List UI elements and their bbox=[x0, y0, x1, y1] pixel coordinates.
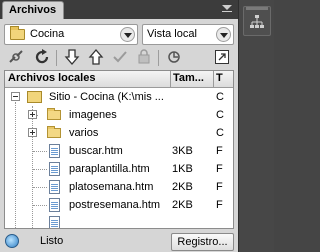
expand-folder-icon[interactable] bbox=[28, 128, 37, 137]
column-divider[interactable] bbox=[213, 71, 214, 87]
chevron-down-icon[interactable] bbox=[120, 27, 135, 42]
globe-icon bbox=[5, 234, 19, 248]
tree-connector bbox=[33, 169, 47, 170]
tree-row-label: varios bbox=[69, 127, 99, 139]
strip-grip bbox=[246, 7, 268, 10]
folder-icon bbox=[47, 108, 61, 120]
html-file-icon bbox=[49, 216, 60, 228]
expand-icon[interactable] bbox=[212, 48, 232, 68]
site-select[interactable]: Cocina bbox=[4, 24, 138, 45]
tree-row[interactable]: paraplantilla.htm 1KB F bbox=[5, 160, 233, 178]
tree-row[interactable]: postresemana.htm 2KB F bbox=[5, 196, 233, 214]
files-panel-toggle-button[interactable] bbox=[243, 6, 271, 36]
tree-row-size: 2KB bbox=[172, 181, 193, 193]
html-file-icon bbox=[49, 198, 60, 212]
toolbar-divider bbox=[56, 50, 57, 66]
tree-row-type: F bbox=[216, 181, 223, 193]
tree-row-type: F bbox=[216, 199, 223, 211]
panel-tab-bar: Archivos bbox=[0, 0, 238, 19]
tree-row-size: 1KB bbox=[172, 163, 193, 175]
html-file-icon bbox=[49, 144, 60, 158]
html-file-icon bbox=[49, 162, 60, 176]
status-text: Listo bbox=[40, 235, 64, 247]
root-type: C bbox=[216, 91, 224, 103]
file-tree[interactable]: Archivos locales Tam... T Sitio - Cocina… bbox=[4, 70, 234, 229]
html-file-icon bbox=[49, 180, 60, 194]
tree-row[interactable]: platosemana.htm 2KB F bbox=[5, 178, 233, 196]
column-header-name[interactable]: Archivos locales bbox=[8, 72, 95, 84]
tree-row-label: buscar.htm bbox=[69, 145, 123, 157]
toolbar-divider bbox=[158, 50, 159, 66]
column-header-size[interactable]: Tam... bbox=[173, 72, 211, 84]
site-select-value: Cocina bbox=[30, 28, 65, 40]
view-select[interactable]: Vista local bbox=[142, 24, 234, 45]
refresh-icon[interactable] bbox=[32, 48, 52, 68]
folder-icon bbox=[47, 126, 61, 138]
site-row: Cocina Vista local bbox=[4, 24, 234, 46]
connect-icon[interactable] bbox=[6, 48, 26, 68]
tree-row[interactable]: imagenes C bbox=[5, 106, 233, 124]
tab-archivos[interactable]: Archivos bbox=[2, 1, 64, 19]
check-out-icon[interactable] bbox=[110, 48, 130, 68]
tree-row-type: C bbox=[216, 109, 224, 121]
site-folder-icon bbox=[27, 91, 42, 103]
check-in-icon[interactable] bbox=[134, 48, 154, 68]
status-bar: Listo Registro... bbox=[0, 232, 238, 252]
collapsed-panel-strip bbox=[238, 0, 274, 252]
tree-row[interactable]: varios C bbox=[5, 124, 233, 142]
files-panel: Archivos Cocina Vista local Archivos loc… bbox=[0, 0, 238, 252]
tree-row-label: platosemana.htm bbox=[69, 181, 154, 193]
tree-connector bbox=[33, 205, 47, 206]
chevron-down-icon[interactable] bbox=[216, 27, 231, 42]
tree-connector bbox=[33, 187, 47, 188]
get-files-icon[interactable] bbox=[62, 48, 82, 68]
tree-row-type: F bbox=[216, 145, 223, 157]
column-divider[interactable] bbox=[170, 71, 171, 87]
sitemap-icon bbox=[250, 15, 264, 28]
collapse-icon[interactable] bbox=[11, 92, 20, 101]
files-toolbar bbox=[4, 48, 234, 68]
tree-header: Archivos locales Tam... T bbox=[5, 71, 233, 88]
sync-icon[interactable] bbox=[164, 48, 184, 68]
tree-row-root[interactable]: Sitio - Cocina (K:\mis ... C bbox=[5, 88, 233, 106]
log-button[interactable]: Registro... bbox=[171, 233, 234, 251]
tree-row-label: imagenes bbox=[69, 109, 117, 121]
tree-row-size: 2KB bbox=[172, 199, 193, 211]
tree-row-type: C bbox=[216, 127, 224, 139]
tree-row-label: postresemana.htm bbox=[69, 199, 161, 211]
panel-options-icon[interactable] bbox=[222, 5, 234, 15]
tree-row-type: F bbox=[216, 163, 223, 175]
column-header-type[interactable]: T bbox=[216, 72, 230, 84]
tree-row-label: paraplantilla.htm bbox=[69, 163, 150, 175]
tree-row[interactable]: buscar.htm 3KB F bbox=[5, 142, 233, 160]
tree-row-size: 3KB bbox=[172, 145, 193, 157]
tree-connector bbox=[33, 151, 47, 152]
folder-icon bbox=[10, 26, 25, 40]
view-select-value: Vista local bbox=[147, 28, 197, 40]
expand-folder-icon[interactable] bbox=[28, 110, 37, 119]
put-files-icon[interactable] bbox=[86, 48, 106, 68]
tree-row-partial[interactable] bbox=[5, 214, 233, 228]
root-label: Sitio - Cocina (K:\mis ... bbox=[49, 91, 164, 103]
